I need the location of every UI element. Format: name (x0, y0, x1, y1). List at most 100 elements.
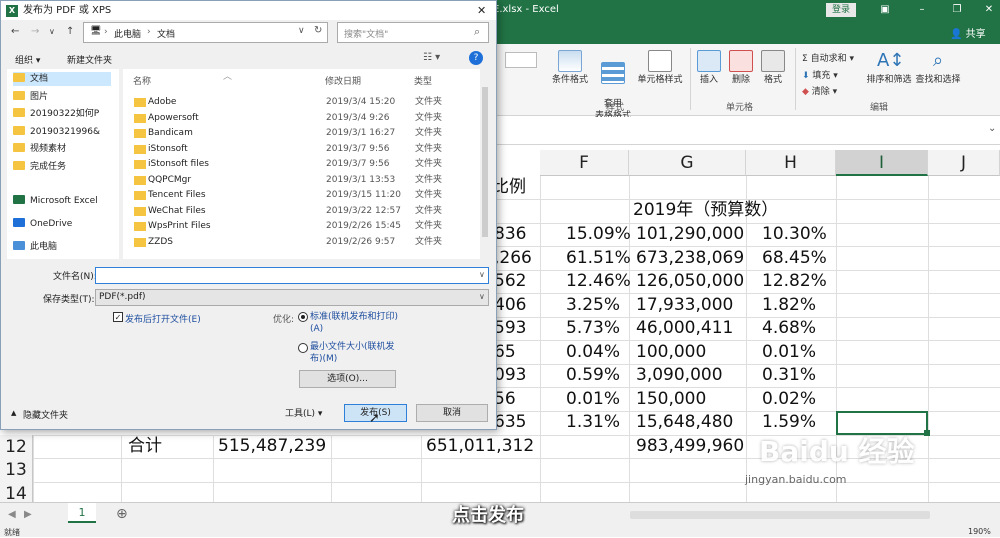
cell-g[interactable]: 126,050,000 (636, 270, 744, 294)
insert-button[interactable]: 插入 (695, 50, 723, 86)
back-icon[interactable]: ← (11, 26, 19, 37)
horizontal-scrollbar[interactable] (630, 511, 930, 519)
cell-g[interactable]: 150,000 (636, 388, 706, 412)
cell-header-2019[interactable]: 2019年（预算数） (633, 199, 778, 223)
tools-button[interactable]: 工具(L) ▾ (285, 406, 322, 419)
options-button[interactable]: 选项(O)... (299, 370, 396, 388)
restore-icon[interactable]: ❐ (950, 3, 964, 17)
next-sheet-icon[interactable]: ▶ (24, 509, 32, 520)
close-icon[interactable]: ✕ (982, 3, 996, 17)
nav-item[interactable]: 此电脑 (13, 240, 57, 254)
nav-item[interactable]: 文档 (13, 72, 111, 86)
filename-input[interactable] (95, 267, 489, 284)
cell-e[interactable]: 56 (494, 388, 516, 412)
cell-header-partial[interactable]: 比例 (492, 176, 526, 200)
new-folder-button[interactable]: 新建文件夹 (67, 53, 112, 66)
breadcrumb-documents[interactable]: 文档 (157, 27, 175, 40)
cell-h[interactable]: 0.31% (762, 364, 816, 388)
fill-button[interactable]: ⬇ 填充 ▾ (802, 68, 838, 81)
nav-item[interactable]: 20190321996& (13, 125, 100, 139)
refresh-icon[interactable]: ↻ (314, 25, 322, 36)
nav-item[interactable]: 图片 (13, 90, 48, 104)
column-date-header[interactable]: 修改日期 (325, 74, 361, 87)
column-header-g[interactable]: G (629, 150, 746, 176)
conditional-format-button[interactable]: 条件格式 (548, 50, 592, 86)
cell-e[interactable]: 093 (494, 364, 526, 388)
file-row[interactable]: QQPCMgr 2019/3/1 13:53 文件夹 (130, 173, 485, 189)
cell-h[interactable]: 0.02% (762, 388, 816, 412)
autosum-button[interactable]: Σ 自动求和 ▾ (802, 51, 854, 64)
file-row[interactable]: Apowersoft 2019/3/4 9:26 文件夹 (130, 111, 485, 127)
prev-sheet-icon[interactable]: ◀ (8, 509, 16, 520)
breadcrumb-this-pc[interactable]: 此电脑 (114, 27, 141, 40)
radio-standard[interactable] (298, 312, 308, 322)
zoom-level[interactable]: 190% (968, 527, 991, 536)
row-header-14[interactable]: 14 (0, 482, 33, 502)
column-name-header[interactable]: 名称 (133, 74, 151, 87)
file-row[interactable]: WeChat Files 2019/3/22 12:57 文件夹 (130, 204, 485, 220)
cell-f[interactable]: 0.04% (566, 341, 620, 365)
cell-g[interactable]: 46,000,411 (636, 317, 733, 341)
view-options-icon[interactable]: ☷ ▾ (423, 52, 440, 63)
cell-b12[interactable]: 合计 (128, 435, 162, 459)
radio-minimum-label[interactable]: 最小文件大小(联机发 布)(M) (310, 341, 395, 365)
sort-filter-button[interactable]: A↕ 排序和筛选 (866, 50, 912, 86)
recent-dropdown-icon[interactable]: ∨ (49, 27, 55, 36)
cell-f[interactable]: 61.51% (566, 247, 631, 271)
hide-folders-button[interactable]: 隐藏文件夹 (23, 408, 68, 421)
cell-f[interactable]: 12.46% (566, 270, 631, 294)
address-dropdown-icon[interactable]: ∨ (298, 26, 305, 36)
login-button[interactable]: 登录 (826, 3, 857, 17)
file-row[interactable]: WpsPrint Files 2019/2/26 15:45 文件夹 (130, 219, 485, 235)
help-icon[interactable]: ? (469, 51, 483, 65)
cell-g[interactable]: 673,238,069 (636, 247, 744, 271)
cell-g[interactable]: 15,648,480 (636, 411, 733, 435)
cell-g[interactable]: 17,933,000 (636, 294, 733, 318)
forward-icon[interactable]: → (31, 26, 39, 37)
filetype-dropdown-icon[interactable]: ∨ (479, 292, 485, 301)
clear-button[interactable]: ◆ 清除 ▾ (802, 84, 837, 97)
cell-f[interactable]: 5.73% (566, 317, 620, 341)
cell-g12[interactable]: 983,499,960 (636, 435, 744, 459)
organize-button[interactable]: 组织 ▾ (15, 53, 40, 66)
cell-h[interactable]: 10.30% (762, 223, 827, 247)
fill-handle[interactable] (924, 430, 930, 436)
cell-g[interactable]: 100,000 (636, 341, 706, 365)
address-bar[interactable]: 🖥 › 此电脑 › 文档 ∨ ↻ (83, 22, 328, 43)
nav-item[interactable]: 视频素材 (13, 142, 66, 156)
cell-f[interactable]: 0.01% (566, 388, 620, 412)
filetype-select[interactable]: PDF(*.pdf) (95, 289, 489, 306)
row-header-12[interactable]: 12 (0, 435, 33, 459)
column-type-header[interactable]: 类型 (414, 74, 432, 87)
file-row[interactable]: ZZDS 2019/2/26 9:57 文件夹 (130, 235, 485, 251)
hide-folders-icon[interactable]: ▲ (11, 409, 16, 417)
nav-item[interactable]: 20190322如何P (13, 107, 99, 121)
cell-f[interactable]: 1.31% (566, 411, 620, 435)
cell-e[interactable]: 562 (494, 270, 526, 294)
cell-h[interactable]: 68.45% (762, 247, 827, 271)
nav-item[interactable]: Microsoft Excel (13, 194, 98, 208)
cell-e[interactable]: 593 (494, 317, 526, 341)
cell-h[interactable]: 1.82% (762, 294, 816, 318)
cancel-button[interactable]: 取消 (416, 404, 488, 422)
search-box[interactable]: 搜索"文档" ⌕ (337, 22, 489, 43)
minimize-icon[interactable]: – (915, 3, 929, 17)
file-row[interactable]: iStonsoft files 2019/3/7 9:56 文件夹 (130, 157, 485, 173)
column-header-f[interactable]: F (540, 150, 629, 176)
cell-h[interactable]: 4.68% (762, 317, 816, 341)
add-sheet-icon[interactable]: ⊕ (116, 506, 128, 522)
cell-h[interactable]: 12.82% (762, 270, 827, 294)
cell-f[interactable]: 15.09% (566, 223, 631, 247)
cell-f[interactable]: 3.25% (566, 294, 620, 318)
nav-item[interactable]: OneDrive (13, 217, 72, 231)
file-row[interactable]: Bandicam 2019/3/1 16:27 文件夹 (130, 126, 485, 142)
cell-h[interactable]: 0.01% (762, 341, 816, 365)
column-header-i[interactable]: I (836, 150, 928, 176)
format-button[interactable]: 格式 (759, 50, 787, 86)
column-header-j[interactable]: J (928, 150, 1000, 176)
cell-g[interactable]: 3,090,000 (636, 364, 723, 388)
find-select-button[interactable]: ⌕ 查找和选择 (914, 50, 962, 86)
radio-minimum[interactable] (298, 343, 308, 353)
dialog-close-icon[interactable]: ✕ (477, 1, 486, 20)
cell-e[interactable]: ,266 (494, 247, 532, 271)
